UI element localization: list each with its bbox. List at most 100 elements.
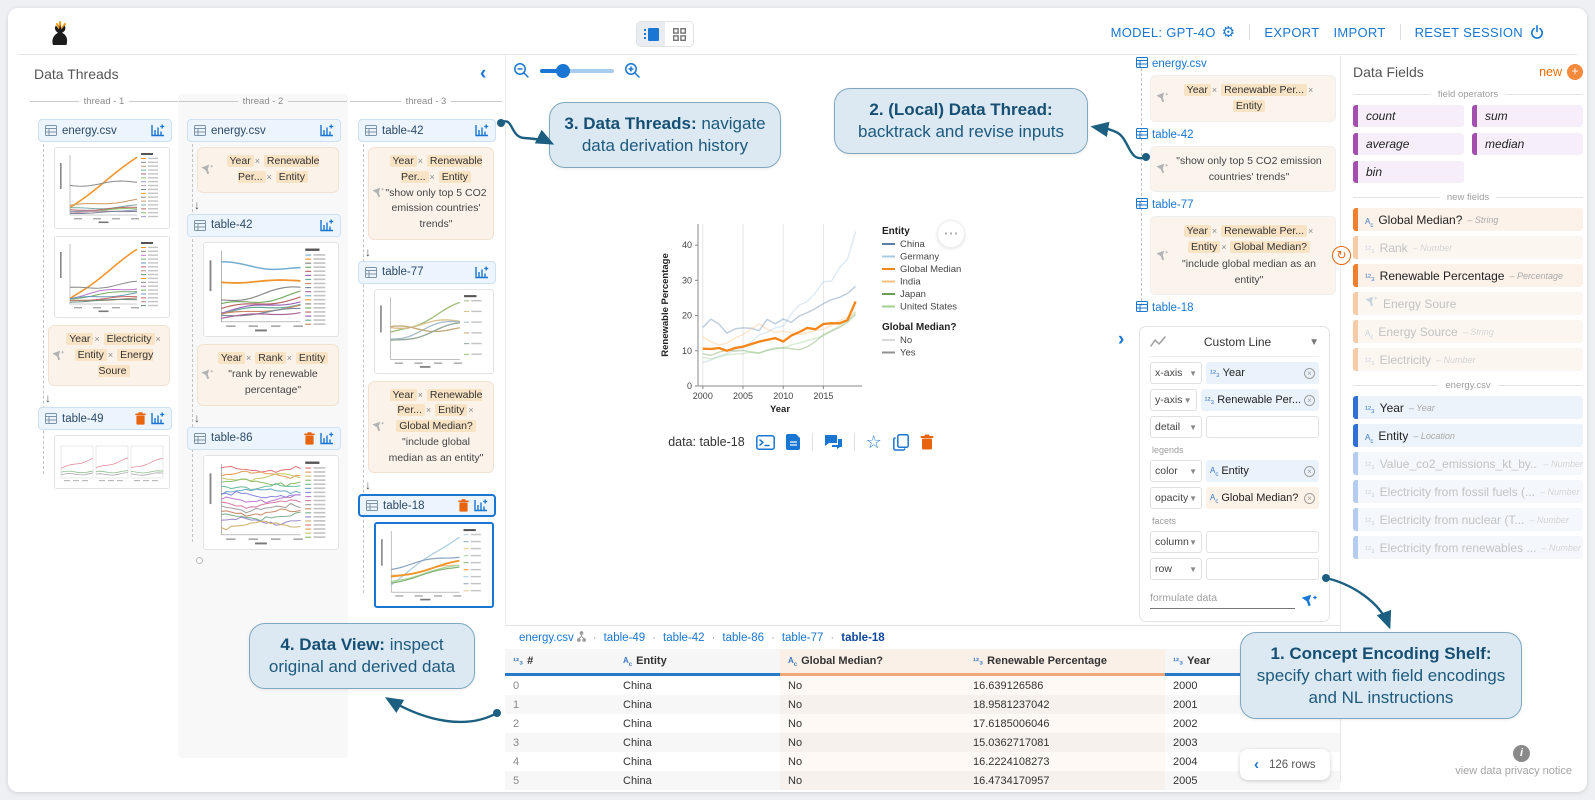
trash-icon[interactable]	[304, 432, 315, 445]
delete-table-button[interactable]	[135, 412, 146, 425]
chart-thumbnail[interactable]	[203, 455, 339, 551]
reset-session-button[interactable]: RESET SESSION	[1415, 24, 1545, 40]
field-chip-electricity[interactable]: ¹²₃Electricity– Number	[1353, 348, 1583, 371]
remove-field-icon[interactable]: ×	[108, 350, 113, 360]
zoom-out-icon[interactable]	[513, 62, 530, 79]
clear-field-icon[interactable]: ×	[1304, 493, 1315, 504]
table-node-energy.csv[interactable]: energy.csv	[38, 119, 172, 142]
chart-thumbnail[interactable]	[374, 289, 494, 374]
trash-icon[interactable]	[458, 499, 469, 512]
grid-view-toggle[interactable]	[665, 22, 693, 46]
operator-chip-average[interactable]: average	[1353, 133, 1464, 155]
channel-selector-opacity[interactable]: opacity▼	[1150, 487, 1202, 509]
create-chart-button[interactable]	[475, 124, 489, 137]
table-node-energy.csv[interactable]: energy.csv	[187, 119, 341, 142]
remove-field-icon[interactable]: ×	[267, 172, 272, 182]
chart-more-options-button[interactable]: ⋯	[937, 220, 965, 248]
zoom-slider-thumb[interactable]	[556, 64, 570, 78]
data-view-tab-table-18[interactable]: table-18	[841, 632, 884, 644]
remove-field-icon[interactable]: ×	[1212, 85, 1217, 95]
import-button[interactable]: IMPORT	[1333, 25, 1385, 40]
field-chip-energy-soure[interactable]: Energy Soure	[1353, 292, 1583, 315]
delete-table-button[interactable]	[304, 432, 315, 445]
remove-field-icon[interactable]: ×	[426, 405, 431, 415]
channel-selector-column[interactable]: column▼	[1150, 531, 1202, 553]
concept-card[interactable]: Year× Rank× Entity "rank by renewable pe…	[197, 344, 339, 405]
remove-field-icon[interactable]: ×	[418, 390, 423, 400]
encoding-field-empty[interactable]	[1206, 558, 1319, 580]
clear-field-icon[interactable]: ×	[1304, 368, 1315, 379]
zoom-slider[interactable]	[540, 69, 614, 73]
chart-add-icon[interactable]	[474, 499, 488, 512]
remove-field-icon[interactable]: ×	[1221, 242, 1226, 252]
chart-add-icon[interactable]	[475, 124, 489, 137]
create-chart-button[interactable]	[320, 432, 334, 445]
data-view-tab-table-86[interactable]: table-86	[722, 632, 764, 644]
chart-add-icon[interactable]	[320, 219, 334, 232]
chart-thumbnail[interactable]	[54, 435, 170, 489]
encoding-field-empty[interactable]	[1206, 531, 1319, 553]
channel-selector-row[interactable]: row▼	[1150, 558, 1202, 580]
refresh-derivation-button[interactable]: ↻	[1332, 246, 1351, 265]
column-header-renewable-percentage[interactable]: ¹²₃Renewable Percentage	[965, 649, 1165, 676]
data-view-tab-energy.csv[interactable]: energy.csv	[519, 631, 586, 645]
info-icon[interactable]: i	[1513, 745, 1530, 762]
collapse-shelf-button[interactable]: ›	[1118, 329, 1124, 351]
remove-field-icon[interactable]: ×	[468, 405, 473, 415]
field-chip-year[interactable]: ¹²₃Year– Year	[1353, 396, 1583, 419]
remove-field-icon[interactable]: ×	[94, 334, 99, 344]
field-chip-value-co2-emissions-kt-by-[interactable]: ¹²₃Value_co2_emissions_kt_by...– Number	[1353, 452, 1583, 475]
chart-add-icon[interactable]	[151, 412, 165, 425]
clear-field-icon[interactable]: ×	[1304, 466, 1315, 477]
trash-icon[interactable]	[135, 412, 146, 425]
create-chart-button[interactable]	[320, 124, 334, 137]
table-node-table-42[interactable]: table-42	[358, 119, 496, 142]
encoding-field-empty[interactable]	[1206, 416, 1319, 438]
chart-type-selector[interactable]: Custom Line ▼	[1150, 335, 1319, 357]
clear-field-icon[interactable]: ×	[1304, 395, 1315, 406]
view-code-button[interactable]	[756, 435, 775, 450]
field-chip-entity[interactable]: AcEntity– Location	[1353, 424, 1583, 447]
create-chart-button[interactable]	[320, 219, 334, 232]
field-chip-electricity-from-renewables-[interactable]: ¹²₃Electricity from renewables ...– Numb…	[1353, 536, 1583, 559]
local-thread-table-table-77[interactable]: table-77	[1136, 198, 1338, 212]
remove-field-icon[interactable]: ×	[246, 353, 251, 363]
field-chip-rank[interactable]: ¹²₃Rank– Number	[1353, 236, 1583, 259]
local-concept-card[interactable]: Year× Renewable Per...× Entity× Global M…	[1150, 216, 1336, 295]
column-header-entity[interactable]: AcEntity	[615, 649, 780, 676]
local-thread-table-table-42[interactable]: table-42	[1136, 128, 1338, 142]
local-thread-table-table-18[interactable]: table-18	[1136, 301, 1338, 315]
derivation-tree-icon[interactable]	[577, 631, 586, 645]
remove-field-icon[interactable]: ×	[1308, 226, 1313, 236]
channel-selector-y-axis[interactable]: y-axis▼	[1150, 389, 1197, 411]
new-field-button[interactable]: new +	[1539, 64, 1583, 80]
chart-thumbnail[interactable]	[54, 236, 170, 318]
chart-add-icon[interactable]	[320, 432, 334, 445]
field-chip-electricity-from-nuclear-t-[interactable]: ¹²₃Electricity from nuclear (T...– Numbe…	[1353, 508, 1583, 531]
concept-card[interactable]: Year× Renewable Per...× Entity	[197, 147, 339, 193]
chart-add-icon[interactable]	[151, 124, 165, 137]
local-thread-table-energy.csv[interactable]: energy.csv	[1136, 57, 1338, 71]
derivation-tree-icon[interactable]	[577, 631, 586, 642]
chart-add-icon[interactable]	[320, 124, 334, 137]
concept-card[interactable]: Year× Renewable Per...× Entity× Global M…	[368, 381, 494, 474]
field-chip-energy-source[interactable]: AcEnergy Source– String	[1353, 320, 1583, 343]
column-header-global-median-[interactable]: AcGlobal Median?	[780, 649, 965, 676]
table-node-table-77[interactable]: table-77	[358, 261, 496, 284]
create-chart-button[interactable]	[474, 499, 488, 512]
data-view-tab-table-77[interactable]: table-77	[782, 632, 824, 644]
delete-chart-button[interactable]	[920, 434, 934, 450]
channel-selector-detail[interactable]: detail▼	[1150, 416, 1202, 438]
concept-card[interactable]: Year× Renewable Per...× Entity "show onl…	[368, 147, 494, 240]
create-chart-button[interactable]	[151, 412, 165, 425]
field-chip-renewable-percentage[interactable]: ¹²₃Renewable Percentage– Percentage	[1353, 264, 1583, 287]
remove-field-icon[interactable]: ×	[418, 156, 423, 166]
remove-field-icon[interactable]: ×	[430, 172, 435, 182]
collapse-threads-button[interactable]: ‹	[480, 63, 486, 85]
encoding-field-y-axis[interactable]: ¹²₃Renewable Per...×	[1201, 389, 1319, 411]
formulate-data-input[interactable]: formulate data	[1150, 592, 1295, 609]
local-concept-card[interactable]: "show only top 5 CO2 emission countries'…	[1150, 146, 1336, 193]
table-node-table-18[interactable]: table-18	[358, 494, 496, 517]
formulate-wand-icon[interactable]	[1301, 593, 1319, 609]
encoding-field-color[interactable]: AcEntity×	[1206, 460, 1319, 482]
